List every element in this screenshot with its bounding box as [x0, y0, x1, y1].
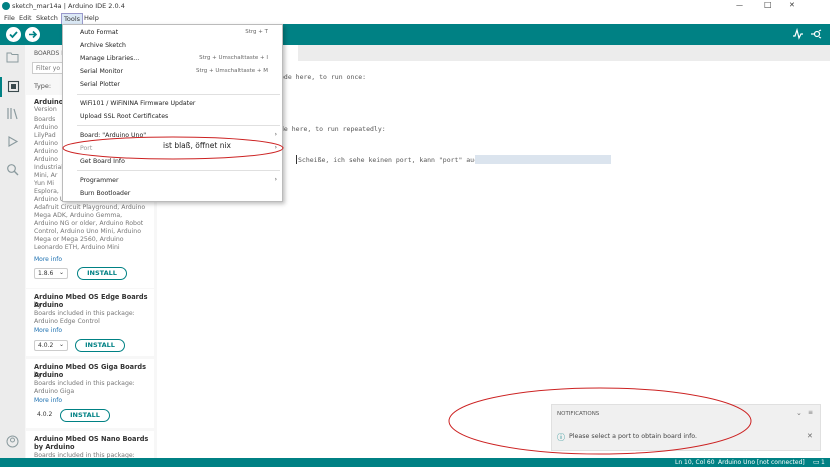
menu-separator [77, 170, 280, 171]
library-icon[interactable] [6, 107, 19, 120]
install-button[interactable]: INSTALL [77, 267, 127, 280]
card-author: Arduino [34, 371, 64, 379]
activity-bar [0, 45, 25, 458]
card-line: Arduino [34, 148, 58, 155]
card-line: Adafruit Circuit Playground, Arduino [34, 204, 146, 211]
minimize-button[interactable]: — [736, 1, 743, 9]
annotation-ellipse-notification [448, 387, 752, 455]
version-value: 1.8.6 [38, 270, 54, 277]
upload-button[interactable] [25, 27, 40, 42]
version-value: 4.0.2 [37, 411, 53, 418]
menu-separator [77, 94, 280, 95]
version-select[interactable]: 1.8.6 ⌄ [34, 268, 68, 279]
card-line: Arduino [34, 140, 58, 147]
card-title: Arduino [34, 98, 64, 106]
status-bar: Ln 10, Col 60 Arduino Uno [not connected… [0, 458, 830, 467]
card-sub: Boards included in this package: [34, 380, 135, 387]
board-card-mbed-edge: Arduino Mbed OS Edge Boards by Arduino B… [26, 289, 154, 356]
clear-all-icon[interactable]: ≡ [808, 409, 813, 416]
menu-item-upload-ssl[interactable]: Upload SSL Root Certificates [80, 113, 168, 120]
menu-item-serial-plotter[interactable]: Serial Plotter [80, 81, 120, 88]
type-label: Type: [34, 82, 52, 90]
card-sub: Boards included in this package: [34, 310, 135, 317]
card-line: LilyPad [34, 132, 56, 139]
more-info-link[interactable]: More info [34, 327, 62, 334]
install-button[interactable]: INSTALL [60, 409, 110, 422]
title-bar: sketch_mar14a | Arduino IDE 2.0.4 — □ ✕ [0, 0, 830, 13]
menu-item-archive-sketch[interactable]: Archive Sketch [80, 42, 126, 49]
board-card-mbed-nano: Arduino Mbed OS Nano Boards by Arduino B… [26, 431, 154, 459]
chevron-right-icon: › [274, 176, 277, 183]
menu-item-burn-bootloader[interactable]: Burn Bootloader [80, 190, 130, 197]
card-line: Arduino NG or older, Arduino Robot [34, 220, 144, 227]
cursor-position: Ln 10, Col 60 [675, 459, 715, 466]
card-sub: Arduino Giga [34, 388, 75, 395]
shortcut-serial-monitor: Strg + Umschalttaste + M [195, 68, 268, 74]
more-info-link[interactable]: More info [34, 256, 62, 263]
shortcut-manage-libraries: Strg + Umschalttaste + I [199, 55, 268, 61]
notification-close-button[interactable]: ✕ [807, 432, 813, 440]
menu-sketch[interactable]: Sketch [36, 14, 58, 22]
more-info-link[interactable]: More info [34, 397, 62, 404]
annotation-ellipse-port [62, 136, 284, 160]
card-sub: Arduino Edge Control [34, 318, 100, 325]
selection-highlight [475, 155, 611, 164]
card-line: Boards [34, 116, 56, 123]
notification-count: 1 [821, 459, 825, 466]
chevron-down-icon: ⌄ [58, 341, 64, 348]
install-button[interactable]: INSTALL [75, 339, 125, 352]
card-line: Leonardo ETH, Arduino Mini [34, 244, 120, 251]
menu-item-serial-monitor[interactable]: Serial Monitor [80, 68, 123, 75]
boards-manager-icon[interactable] [0, 77, 25, 97]
close-window-button[interactable]: ✕ [789, 1, 795, 9]
menu-help[interactable]: Help [84, 14, 99, 22]
card-line: Industrial [34, 164, 64, 171]
card-author: by Arduino [34, 443, 75, 451]
menu-edit[interactable]: Edit [19, 14, 32, 22]
tools-menu: Auto Format Strg + T Archive Sketch Mana… [62, 24, 283, 202]
serial-plotter-icon[interactable] [792, 27, 804, 42]
board-card-mbed-giga: Arduino Mbed OS Giga Boards by Arduino B… [26, 359, 154, 428]
serial-monitor-icon[interactable] [810, 28, 822, 42]
card-line: Version [34, 106, 57, 113]
debug-icon[interactable] [6, 135, 19, 148]
menu-item-firmware-updater[interactable]: WiFi101 / WiFiNINA Firmware Updater [80, 100, 195, 107]
menu-item-programmer[interactable]: Programmer [80, 177, 118, 184]
card-line: Yun Mi [34, 180, 54, 187]
app-icon [2, 2, 10, 10]
card-line: Mega or Mega 2560, Arduino [34, 236, 124, 243]
card-line: Control, Arduino Uno Mini, Arduino [34, 228, 141, 235]
card-line: Arduino [34, 156, 58, 163]
check-icon [9, 31, 18, 39]
card-author: Arduino [34, 301, 64, 309]
version-select[interactable]: 4.0.2 ⌄ [34, 340, 68, 351]
card-line: Arduino [34, 124, 58, 131]
arrow-right-icon [29, 30, 38, 39]
menu-item-auto-format[interactable]: Auto Format [80, 29, 118, 36]
chevron-down-icon: ⌄ [58, 269, 64, 276]
search-icon[interactable] [6, 163, 19, 176]
card-line: Mini, Ar [34, 172, 58, 179]
cursor [296, 155, 297, 164]
account-icon[interactable] [6, 435, 19, 448]
menu-bar: File Edit Sketch Tools Help [0, 13, 830, 25]
code-line-loop-comment: de here, to run repeatedly: [280, 125, 386, 133]
verify-button[interactable] [6, 27, 21, 42]
menu-separator [77, 125, 280, 126]
shortcut-auto-format: Strg + T [245, 29, 268, 35]
folder-icon[interactable] [6, 51, 19, 63]
version-value: 4.0.2 [38, 342, 54, 349]
window-title: sketch_mar14a | Arduino IDE 2.0.4 [12, 2, 125, 10]
card-line: Esplora, [34, 188, 59, 195]
card-line: Mega ADK, Arduino Gemma, [34, 212, 123, 219]
collapse-icon[interactable]: ⌄ [796, 409, 802, 417]
version-select[interactable]: 4.0.2 [34, 410, 56, 421]
menu-file[interactable]: File [4, 14, 15, 22]
notification-bell-icon[interactable]: ▭ [813, 458, 820, 466]
code-line-setup-comment: ode here, to run once: [280, 73, 367, 81]
menu-item-manage-libraries[interactable]: Manage Libraries... [80, 55, 139, 62]
board-status[interactable]: Arduino Uno [not connected] [718, 459, 805, 466]
maximize-button[interactable]: □ [764, 0, 772, 9]
card-title: Arduino Mbed OS Nano Boards [34, 435, 149, 443]
